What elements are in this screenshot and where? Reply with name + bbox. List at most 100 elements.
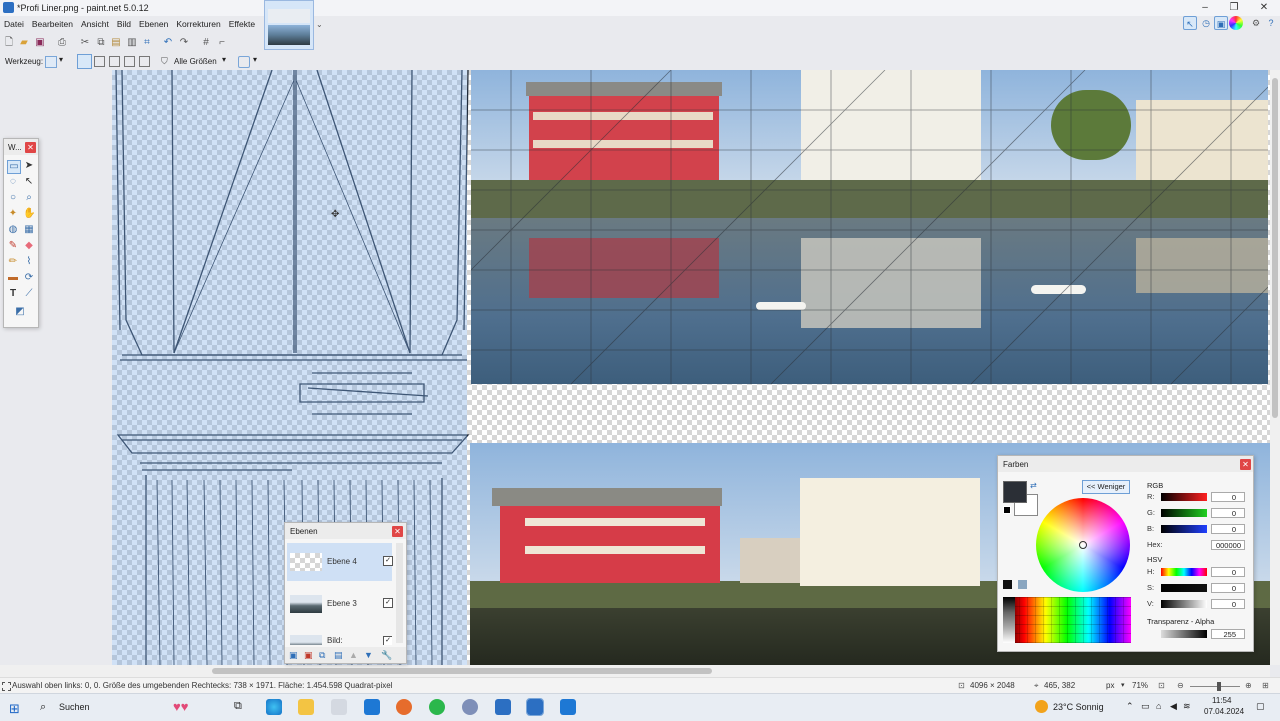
battery-icon[interactable]: ▭ bbox=[1141, 701, 1150, 712]
palette-icon[interactable] bbox=[1003, 580, 1012, 589]
store-icon[interactable] bbox=[331, 699, 347, 715]
value-slider[interactable] bbox=[1161, 600, 1207, 608]
chevron-up-icon[interactable]: ⌃ bbox=[1126, 701, 1134, 712]
less-button[interactable]: << Weniger bbox=[1082, 480, 1130, 494]
merge-layer-icon[interactable]: ▤ bbox=[334, 650, 343, 661]
value-value-input[interactable]: 0 bbox=[1211, 599, 1245, 609]
rectangle-select-tool[interactable]: ▭ bbox=[7, 160, 21, 174]
layer-visibility-checkbox[interactable]: ✓ bbox=[383, 636, 392, 645]
redo-icon[interactable]: ↷ bbox=[178, 37, 190, 49]
paint-bucket-tool[interactable]: ◍ bbox=[7, 224, 19, 236]
menu-ebenen[interactable]: Ebenen bbox=[135, 16, 172, 29]
color-palette[interactable] bbox=[1003, 597, 1131, 643]
menu-korrekturen[interactable]: Korrekturen bbox=[172, 16, 224, 29]
save-icon[interactable]: ▣ bbox=[34, 37, 46, 49]
app-icon[interactable] bbox=[462, 699, 478, 715]
color-picker-tool[interactable]: ⌇ bbox=[23, 256, 35, 268]
zoom-out-icon[interactable]: ⊖ bbox=[1177, 681, 1184, 690]
zoom-level[interactable]: 71% bbox=[1132, 681, 1148, 690]
pan-tool[interactable]: ✋ bbox=[23, 208, 35, 220]
menu-bearbeiten[interactable]: Bearbeiten bbox=[28, 16, 77, 29]
gear-icon[interactable]: ⚙ bbox=[1249, 16, 1263, 30]
move-layer-up-icon[interactable]: ▲ bbox=[349, 650, 358, 660]
ellipse-select-tool[interactable]: ○ bbox=[7, 192, 19, 204]
hue-slider[interactable] bbox=[1161, 568, 1207, 576]
alpha-value-input[interactable]: 255 bbox=[1211, 629, 1245, 639]
move-selected-tool[interactable]: ➤ bbox=[23, 160, 35, 172]
red-value-input[interactable]: 0 bbox=[1211, 492, 1245, 502]
swap-colors-icon[interactable]: ⇄ bbox=[1030, 481, 1037, 490]
gradient-tool[interactable]: ▦ bbox=[23, 224, 35, 236]
alpha-slider[interactable] bbox=[1161, 630, 1207, 638]
green-slider[interactable] bbox=[1161, 509, 1207, 517]
whatsapp-icon[interactable] bbox=[429, 699, 445, 715]
menu-ansicht[interactable]: Ansicht bbox=[77, 16, 113, 29]
task-view-icon[interactable]: ⧉ bbox=[234, 700, 242, 713]
ruler-icon[interactable]: ⌐ bbox=[216, 37, 228, 49]
move-selection-tool[interactable]: ↖ bbox=[23, 176, 35, 188]
fit-window-icon[interactable]: ⊡ bbox=[1158, 681, 1165, 690]
selection-mode-intersect-button[interactable] bbox=[124, 56, 135, 67]
vertical-scrollbar[interactable] bbox=[1270, 70, 1280, 665]
close-icon[interactable]: ✕ bbox=[25, 142, 36, 153]
palette-menu-icon[interactable] bbox=[1018, 580, 1027, 589]
clock-date[interactable]: 07.04.2024 bbox=[1204, 707, 1244, 716]
zoom-slider[interactable] bbox=[1190, 686, 1240, 687]
menu-bild[interactable]: Bild bbox=[113, 16, 135, 29]
recolor-tool[interactable]: ⟳ bbox=[23, 272, 35, 284]
image-tab-thumbnail[interactable] bbox=[264, 0, 314, 50]
current-tool-icon[interactable] bbox=[45, 56, 57, 68]
horizontal-scrollbar[interactable] bbox=[0, 665, 1270, 677]
sampling-dropdown[interactable]: Alle Größen bbox=[174, 57, 217, 66]
taskbar-search[interactable]: Suchen bbox=[59, 702, 90, 712]
new-file-icon[interactable]: 🗋 bbox=[3, 37, 15, 49]
color-wheel[interactable] bbox=[1036, 498, 1130, 592]
open-file-icon[interactable]: ▰ bbox=[18, 37, 30, 49]
delete-layer-icon[interactable]: ▣ bbox=[304, 650, 313, 661]
move-layer-down-icon[interactable]: ▼ bbox=[364, 650, 373, 660]
blue-slider[interactable] bbox=[1161, 525, 1207, 533]
paintnet-active-taskbar-icon[interactable] bbox=[526, 698, 544, 716]
menu-effekte[interactable]: Effekte bbox=[225, 16, 259, 29]
unit-selector[interactable]: px bbox=[1106, 681, 1114, 690]
edge-browser-icon[interactable] bbox=[266, 699, 282, 715]
saturation-slider[interactable] bbox=[1161, 584, 1207, 592]
chevron-down-icon[interactable]: ▾ bbox=[253, 55, 257, 64]
add-layer-icon[interactable]: ▣ bbox=[289, 650, 298, 661]
zoom-tool[interactable]: ⌕ bbox=[23, 192, 35, 204]
chevron-down-icon[interactable]: ▾ bbox=[222, 55, 226, 64]
selection-mode-replace-button[interactable] bbox=[77, 54, 92, 69]
antialias-icon[interactable] bbox=[238, 56, 250, 68]
network-icon[interactable]: ⌂ bbox=[1156, 701, 1161, 711]
colors-window-icon[interactable] bbox=[1229, 16, 1243, 30]
close-icon[interactable]: ✕ bbox=[1240, 459, 1251, 470]
paste-new-icon[interactable]: ▥ bbox=[126, 37, 138, 49]
volume-icon[interactable]: ◀ bbox=[1170, 701, 1177, 712]
reset-colors-icon[interactable] bbox=[1003, 506, 1011, 514]
selection-mode-invert-button[interactable] bbox=[139, 56, 150, 67]
search-icon[interactable]: ⌕ bbox=[40, 701, 46, 714]
chevron-down-icon[interactable]: ▾ bbox=[1121, 681, 1125, 689]
text-tool[interactable]: T bbox=[7, 288, 19, 300]
red-slider[interactable] bbox=[1161, 493, 1207, 501]
green-value-input[interactable]: 0 bbox=[1211, 508, 1245, 518]
lasso-select-tool[interactable]: ◌ bbox=[7, 176, 19, 188]
selection-mode-union-button[interactable] bbox=[94, 56, 105, 67]
layer-row[interactable]: Ebene 3 ✓ bbox=[287, 585, 393, 623]
layer-visibility-checkbox[interactable]: ✓ bbox=[383, 598, 393, 608]
firefox-icon[interactable] bbox=[396, 699, 412, 715]
blue-value-input[interactable]: 0 bbox=[1211, 524, 1245, 534]
clone-stamp-tool[interactable]: ▬ bbox=[7, 272, 19, 284]
color-wheel-cursor[interactable] bbox=[1079, 541, 1087, 549]
paintnet-taskbar-icon[interactable] bbox=[495, 699, 511, 715]
help-icon[interactable]: ? bbox=[1264, 16, 1278, 30]
undo-icon[interactable]: ↶ bbox=[162, 37, 174, 49]
chevron-down-icon[interactable]: ▾ bbox=[59, 55, 63, 64]
magic-wand-tool[interactable]: ✦ bbox=[7, 208, 19, 220]
chevron-down-icon[interactable]: ⌄ bbox=[316, 20, 323, 29]
restore-button[interactable]: ❐ bbox=[1219, 0, 1249, 16]
zoom-in-icon[interactable]: ⊕ bbox=[1245, 681, 1252, 690]
copy-icon[interactable]: ⧉ bbox=[95, 37, 107, 49]
pencil-tool[interactable]: ✏ bbox=[7, 256, 19, 268]
selection-mode-exclude-button[interactable] bbox=[109, 56, 120, 67]
